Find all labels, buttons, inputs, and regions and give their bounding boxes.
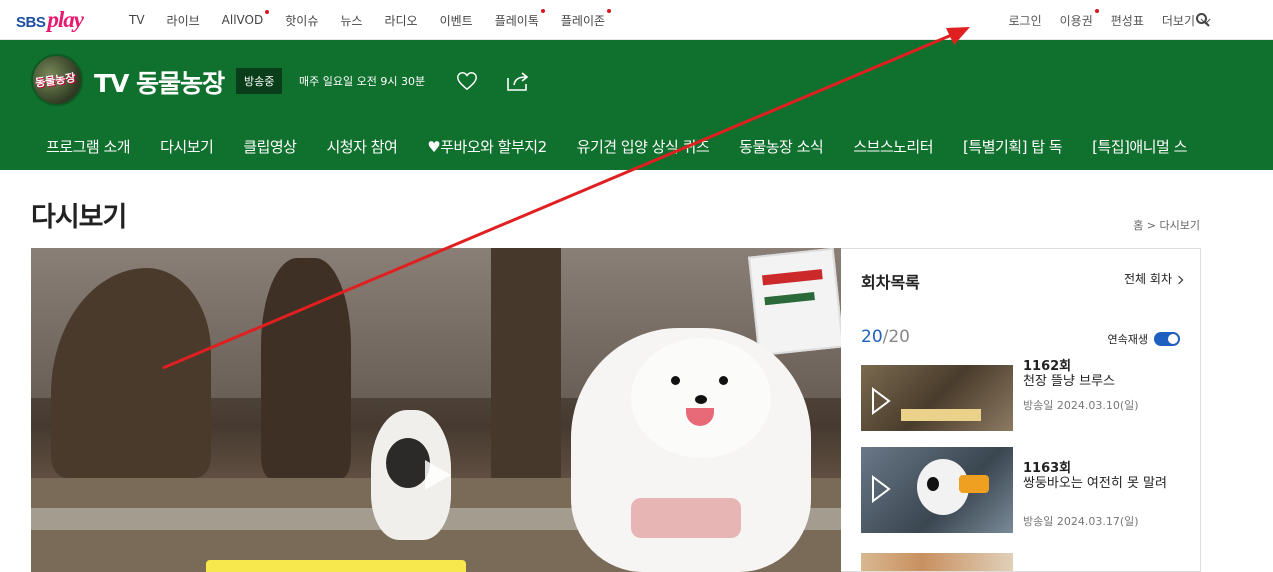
new-dot-icon (265, 10, 270, 14)
menu-fubao[interactable]: ♥푸바오와 할부지2 (427, 136, 547, 166)
play-icon[interactable] (423, 458, 453, 492)
top-nav-playtalk-label: 플레이톡 (494, 13, 539, 28)
menu-clips[interactable]: 클립영상 (243, 136, 297, 166)
top-nav-radio[interactable]: 라디오 (384, 12, 417, 29)
menu-viewer[interactable]: 시청자 참여 (326, 136, 397, 166)
episode-item[interactable]: 1162회 천장 뜰냥 브루스 방송일 2024.03.10(일) (861, 359, 1181, 431)
top-nav-allvod-label: AllVOD (221, 13, 264, 27)
video-dog-eye (719, 376, 728, 385)
sbs-play-logo[interactable]: SBS play (16, 7, 84, 33)
episode-date: 방송일 2024.03.17(일) (1023, 515, 1139, 528)
new-dot-icon (607, 8, 612, 13)
video-tree-trunk (261, 258, 351, 478)
top-nav-allvod[interactable]: AllVOD (221, 10, 270, 27)
top-bar: SBS play TV 라이브 AllVOD 핫이슈 뉴스 라디오 이벤트 플레… (0, 0, 1273, 40)
video-dog-nose (695, 395, 707, 404)
top-utility: 로그인 이용권 편성표 더보기 (991, 0, 1211, 40)
login-link[interactable]: 로그인 (1009, 12, 1042, 29)
more-menu-label: 더보기 (1161, 13, 1195, 28)
top-nav-playzone-label: 플레이존 (560, 13, 606, 28)
share-icon[interactable] (506, 70, 530, 92)
video-sign (748, 248, 841, 357)
program-header: 동물농장 TV 동물농장 방송중 매주 일요일 오전 9시 30분 프로그램 소… (0, 40, 1273, 174)
menu-story[interactable]: 스브스노리터 (853, 136, 933, 166)
program-title[interactable]: TV 동물농장 (94, 64, 225, 100)
episode-counter-current: 20 (861, 327, 883, 347)
menu-intro[interactable]: 프로그램 소개 (46, 136, 131, 166)
episode-thumbnail[interactable] (861, 365, 1013, 431)
play-icon (872, 475, 891, 503)
video-caption-strip (206, 560, 466, 572)
episode-counter: 20/20 (861, 327, 910, 347)
ticket-link[interactable]: 이용권 (1059, 8, 1099, 29)
episode-list-heading: 회차목록 (861, 273, 920, 292)
top-nav-event[interactable]: 이벤트 (440, 12, 473, 29)
menu-topdog[interactable]: [특별기획] 탑 독 (963, 136, 1063, 166)
episode-counter-total: /20 (882, 327, 910, 347)
video-dog-harness (631, 498, 741, 538)
menu-animal-special[interactable]: [특집]애니멀 스 (1092, 136, 1187, 166)
video-tree-trunk (491, 248, 561, 478)
play-icon (872, 387, 891, 415)
top-nav-hotissue[interactable]: 핫이슈 (285, 12, 318, 29)
menu-news[interactable]: 동물농장 소식 (739, 136, 824, 166)
episode-list-panel: 회차목록 전체 회차 20/20 연속재생 1162회 천장 뜰냥 브루스 방송… (841, 248, 1201, 572)
program-avatar-text: 동물농장 (34, 71, 77, 90)
thumbnail-panda-eye (927, 477, 939, 491)
new-dot-icon (1094, 8, 1099, 13)
top-nav-playtalk[interactable]: 플레이톡 (494, 8, 545, 29)
episode-item[interactable] (861, 553, 1181, 571)
schedule-link[interactable]: 편성표 (1111, 12, 1144, 29)
chevron-right-icon (1174, 275, 1184, 285)
heart-icon[interactable] (456, 70, 478, 92)
video-dog-eye (671, 376, 680, 385)
episode-number: 1163회 (1023, 461, 1072, 476)
episode-item[interactable]: 1163회 쌍둥바오는 여전히 못 말려 방송일 2024.03.17(일) (861, 447, 1181, 533)
episode-thumbnail[interactable] (861, 553, 1013, 571)
program-avatar: 동물농장 (31, 54, 83, 106)
menu-replay[interactable]: 다시보기 (160, 136, 214, 174)
top-nav-live[interactable]: 라이브 (167, 12, 200, 29)
thumbnail-caption (901, 409, 981, 421)
video-player[interactable] (31, 248, 841, 572)
autoplay-label: 연속재생 (1107, 333, 1148, 346)
top-nav-tv[interactable]: TV (129, 13, 145, 27)
breadcrumb[interactable]: 홈 > 다시보기 (1133, 217, 1200, 233)
top-nav: TV 라이브 AllVOD 핫이슈 뉴스 라디오 이벤트 플레이톡 플레이존 (129, 0, 627, 40)
logo-play-text: play (47, 7, 84, 32)
top-nav-news[interactable]: 뉴스 (340, 12, 362, 29)
autoplay-toggle[interactable] (1154, 332, 1180, 346)
onair-badge: 방송중 (236, 68, 283, 94)
all-episodes-link[interactable]: 전체 회차 (1124, 270, 1184, 287)
page-title: 다시보기 (31, 202, 127, 233)
episode-date: 방송일 2024.03.10(일) (1023, 399, 1139, 412)
episode-title[interactable]: 쌍둥바오는 여전히 못 말려 (1023, 475, 1173, 492)
episode-thumbnail[interactable] (861, 447, 1013, 533)
episode-number: 1162회 (1023, 359, 1072, 374)
program-menu: 프로그램 소개 다시보기 클립영상 시청자 참여 ♥푸바오와 할부지2 유기견 … (46, 136, 1217, 174)
autoplay-control: 연속재생 (1108, 331, 1180, 347)
ticket-link-label: 이용권 (1059, 13, 1093, 28)
episode-title[interactable]: 천장 뜰냥 브루스 (1023, 373, 1173, 390)
program-schedule: 매주 일요일 오전 9시 30분 (299, 75, 426, 88)
new-dot-icon (540, 8, 545, 13)
all-episodes-label: 전체 회차 (1124, 272, 1172, 286)
thumbnail-badge (959, 475, 989, 493)
search-icon[interactable] (1195, 12, 1211, 28)
logo-sbs-text: SBS (16, 14, 46, 31)
top-nav-playzone[interactable]: 플레이존 (560, 8, 612, 29)
menu-quiz[interactable]: 유기견 입양 상식 퀴즈 (577, 136, 710, 166)
